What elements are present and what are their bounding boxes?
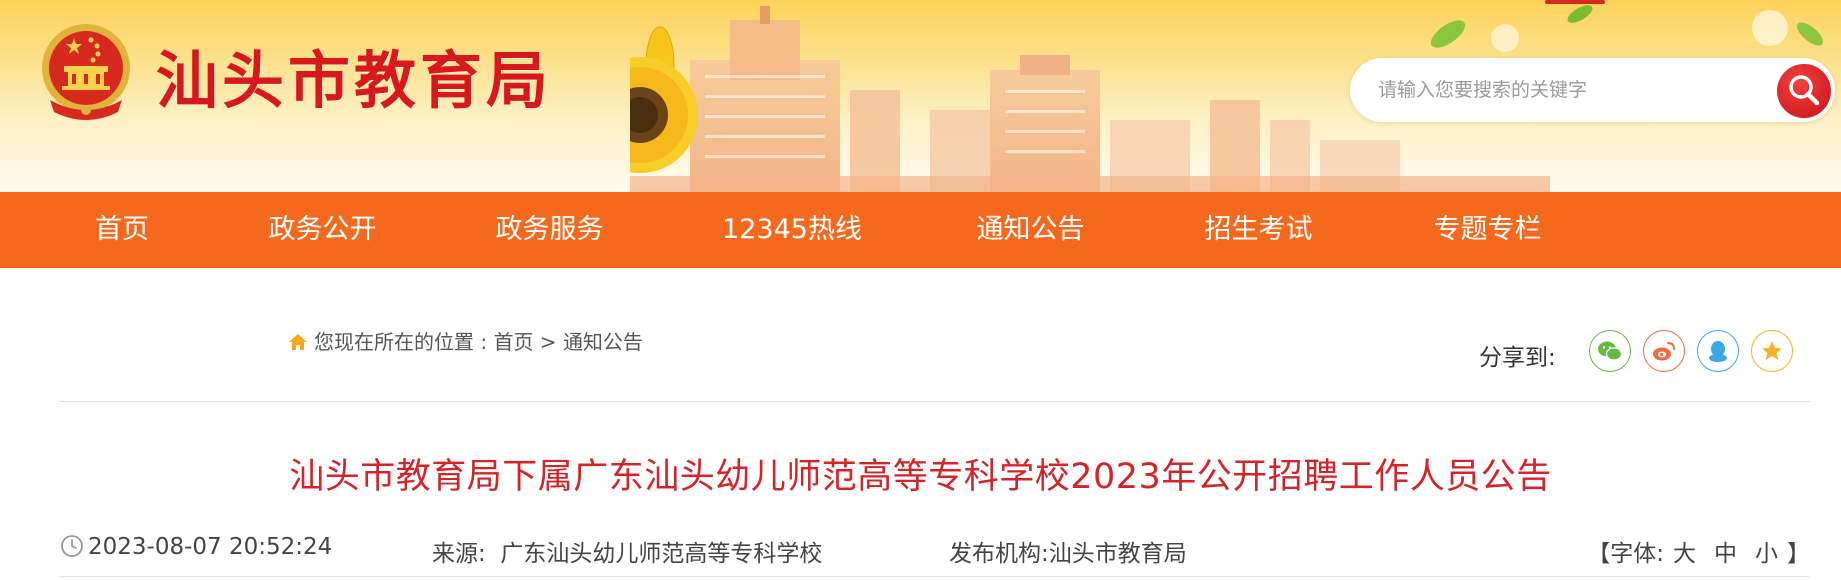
breadcrumb: 您现在所在的位置 : 首页 > 通知公告 xyxy=(288,326,643,355)
article-meta: 2023-08-07 20:52:24 来源: 广东汕头幼儿师范高等专科学校 发… xyxy=(60,534,1810,568)
content-divider xyxy=(60,401,1810,402)
share-qzone-button[interactable] xyxy=(1751,330,1793,372)
leaf-decoration xyxy=(1430,0,1824,52)
share-wechat-button[interactable] xyxy=(1589,330,1631,372)
header-banner: 汕头市教育局 xyxy=(0,0,1841,192)
source-label: 来源: xyxy=(432,541,486,567)
home-icon xyxy=(289,334,307,350)
nav-item-12345-hotline[interactable]: 12345热线 xyxy=(712,192,872,268)
article-title: 汕头市教育局下属广东汕头幼儿师范高等专科学校2023年公开招聘工作人员公告 xyxy=(289,457,1552,497)
font-size-close-bracket: 】 xyxy=(1787,541,1810,567)
share-bar: 分享到: xyxy=(1479,330,1819,374)
wechat-icon xyxy=(1598,341,1623,361)
share-label: 分享到: xyxy=(1479,345,1556,371)
breadcrumb-current-link[interactable]: 通知公告 xyxy=(563,330,643,354)
search-button[interactable] xyxy=(1777,64,1831,118)
nav-item-government-affairs[interactable]: 政务公开 xyxy=(255,192,390,268)
publisher-info: 发布机构:汕头市教育局 xyxy=(949,534,1187,568)
publisher-value: 汕头市教育局 xyxy=(1048,541,1187,567)
nav-item-special-topics[interactable]: 专题专栏 xyxy=(1420,192,1555,268)
breadcrumb-prefix: 您现在所在的位置 : xyxy=(314,330,494,354)
font-size-control: 【字体: 大中小】 xyxy=(1587,534,1810,568)
clock-icon xyxy=(61,535,83,557)
nav-item-admissions-exams[interactable]: 招生考试 xyxy=(1191,192,1326,268)
font-size-label: 【字体: xyxy=(1587,541,1664,567)
nav-item-notices[interactable]: 通知公告 xyxy=(963,192,1098,268)
main-nav: 首页 政务公开 政务服务 12345热线 通知公告 招生考试 专题专栏 xyxy=(0,192,1841,268)
qq-icon xyxy=(1709,341,1727,362)
nav-item-government-services[interactable]: 政务服务 xyxy=(482,192,617,268)
weibo-icon xyxy=(1653,342,1675,361)
qzone-star-icon xyxy=(1762,341,1782,360)
publisher-label: 发布机构: xyxy=(949,541,1049,567)
meta-divider xyxy=(60,576,1810,577)
source-value: 广东汕头幼儿师范高等专科学校 xyxy=(500,541,823,567)
breadcrumb-home-link[interactable]: 首页 xyxy=(493,330,533,354)
publish-time: 2023-08-07 20:52:24 xyxy=(60,534,332,560)
publish-datetime: 2023-08-07 20:52:24 xyxy=(88,534,333,560)
search-box xyxy=(1350,58,1835,122)
share-weibo-button[interactable] xyxy=(1643,330,1685,372)
nav-item-home[interactable]: 首页 xyxy=(72,192,172,268)
font-size-large-button[interactable]: 大 xyxy=(1673,541,1696,567)
search-icon xyxy=(1789,75,1820,106)
site-title[interactable]: 汕头市教育局 xyxy=(156,30,552,120)
breadcrumb-separator: > xyxy=(533,330,563,354)
national-emblem-icon xyxy=(42,24,130,120)
source-info: 来源: 广东汕头幼儿师范高等专科学校 xyxy=(432,534,822,568)
font-size-small-button[interactable]: 小 xyxy=(1755,541,1778,567)
share-qq-button[interactable] xyxy=(1697,330,1739,372)
font-size-medium-button[interactable]: 中 xyxy=(1714,541,1737,567)
search-input[interactable] xyxy=(1378,72,1738,108)
